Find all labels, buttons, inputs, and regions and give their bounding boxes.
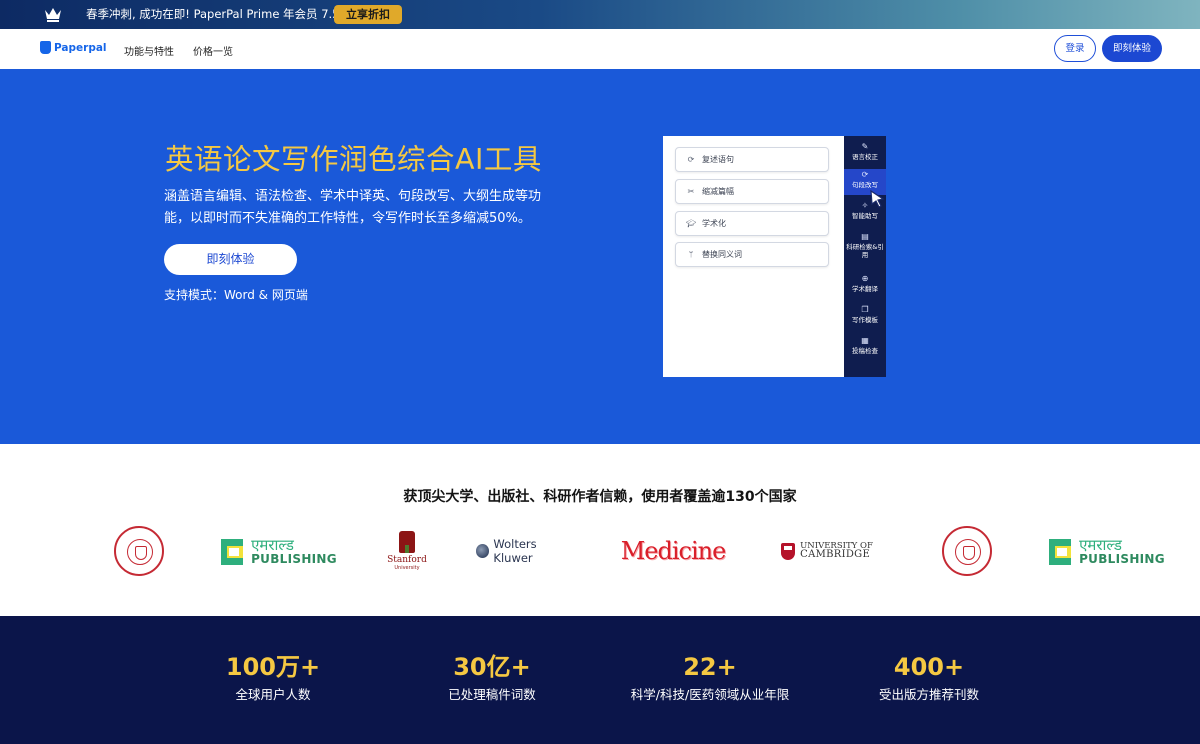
stat-journals: 400+ 受出版方推荐刊数 (829, 652, 1029, 703)
stats-section: 100万+ 全球用户人数 30亿+ 已处理稿件词数 22+ 科学/科技/医药领域… (0, 616, 1200, 744)
promo-text: 春季冲刺, 成功在即! PaperPal Prime 年会员 7.5折 (86, 7, 351, 21)
sidebar-item-submission-check[interactable]: ▦ 投稿检查 (844, 335, 886, 361)
paperpal-logo-icon (40, 41, 51, 54)
promo-discount-button[interactable]: 立享折扣 (334, 5, 402, 24)
stat-value: 400+ (893, 653, 965, 681)
product-mockup: ⟳ 复述语句 ✂ 缩减篇幅 🎓︎ 学术化 ᛘ 替换同义词 ✎ 语言校正 ⟳ 句段… (663, 136, 886, 377)
refresh-icon: ⟳ (861, 170, 869, 179)
hero-description: 涵盖语言编辑、语法检查、学术中译英、句段改写、大纲生成等功能，以即时而不失准确的… (164, 189, 542, 226)
login-button[interactable]: 登录 (1054, 35, 1096, 62)
mouse-cursor-icon (870, 189, 885, 208)
stat-years: 22+ 科学/科技/医药领域从业年限 (610, 652, 810, 703)
refresh-icon: ⟳ (687, 155, 695, 164)
emerald-logo-icon (221, 536, 247, 566)
promo-bar: 春季冲刺, 成功在即! PaperPal Prime 年会员 7.5折 立享折扣 (0, 0, 1200, 29)
trust-title: 获顶尖大学、出版社、科研作者信赖，使用者覆盖逾130个国家 (403, 489, 797, 505)
stat-value: 30亿+ (453, 653, 531, 681)
option-paraphrase[interactable]: ⟳ 复述语句 (675, 147, 829, 172)
stat-value: 100万+ (225, 653, 321, 681)
hero-title: 英语论文写作润色综合AI工具 (165, 143, 542, 176)
logo-text: Paperpal (54, 41, 107, 54)
emerald-publishing-logo: एमराल्ड PUBLISHING (221, 526, 337, 576)
branch-icon: ᛘ (688, 250, 694, 259)
globe-icon: ⊕ (861, 274, 869, 283)
graduation-cap-icon: 🎓︎ (686, 219, 697, 228)
stat-words: 30亿+ 已处理稿件词数 (392, 652, 592, 703)
support-modes: 支持模式：Word & 网页端 (164, 288, 308, 302)
stat-label: 已处理稿件词数 (448, 687, 536, 702)
cambridge-shield-icon (781, 542, 796, 560)
option-synonyms[interactable]: ᛘ 替换同义词 (675, 242, 829, 267)
checklist-icon: ▦ (861, 336, 869, 345)
sidebar-item-templates[interactable]: ❐ 写作模板 (844, 304, 886, 330)
crown-icon (45, 8, 61, 22)
cambridge-logo: UNIVERSITY OF CAMBRIDGE (781, 526, 873, 576)
mockup-sidebar: ✎ 语言校正 ⟳ 句段改写 ✧ 智能助写 ▤ 科研检索&引用 ⊕ 学术翻译 ❐ … (844, 136, 886, 377)
book-icon: ▤ (861, 232, 869, 241)
wolters-kluwer-logo: Wolters Kluwer (476, 526, 576, 576)
cornell-seal-icon (942, 526, 992, 576)
cornell-logo (113, 526, 165, 576)
hero-try-button[interactable]: 即刻体验 (164, 244, 297, 275)
sidebar-item-language[interactable]: ✎ 语言校正 (844, 141, 886, 168)
emerald-logo-icon (1049, 536, 1075, 566)
nav-link-features[interactable]: 功能与特性 (124, 43, 174, 58)
trust-section: 获顶尖大学、出版社、科研作者信赖，使用者覆盖逾130个国家 एमराल्ड PU… (0, 444, 1200, 616)
top-nav: Paperpal 功能与特性 价格一览 登录 即刻体验 (0, 29, 1200, 69)
stat-label: 受出版方推荐刊数 (878, 687, 979, 702)
emerald-publishing-logo-2: एमराल्ड PUBLISHING (1049, 526, 1165, 576)
nav-link-pricing[interactable]: 价格一览 (193, 43, 233, 58)
stat-users: 100万+ 全球用户人数 (173, 652, 373, 703)
paperpal-logo[interactable]: Paperpal (40, 41, 107, 54)
sidebar-item-research[interactable]: ▤ 科研检索&引用 (844, 231, 886, 267)
stat-label: 科学/科技/医药领域从业年限 (630, 687, 790, 702)
stanford-tree-icon (398, 531, 415, 553)
option-shorten[interactable]: ✂ 缩减篇幅 (675, 179, 829, 204)
sidebar-item-translate[interactable]: ⊕ 学术翻译 (844, 273, 886, 299)
stanford-logo: Stanford University (382, 526, 432, 576)
wolters-kluwer-icon (476, 544, 490, 558)
cornell-logo-2 (941, 526, 993, 576)
stat-value: 22+ (683, 653, 737, 681)
hero-section: 英语论文写作润色综合AI工具 涵盖语言编辑、语法检查、学术中译英、句段改写、大纲… (0, 69, 1200, 444)
copy-icon: ❐ (861, 305, 869, 314)
cornell-seal-icon (114, 526, 164, 576)
stat-label: 全球用户人数 (235, 687, 311, 702)
medicine-logo: Medicine (620, 537, 727, 565)
try-now-button[interactable]: 即刻体验 (1102, 35, 1162, 62)
option-academic[interactable]: 🎓︎ 学术化 (675, 211, 829, 236)
scissors-icon: ✂ (687, 187, 695, 196)
feather-icon: ✎ (861, 142, 869, 151)
